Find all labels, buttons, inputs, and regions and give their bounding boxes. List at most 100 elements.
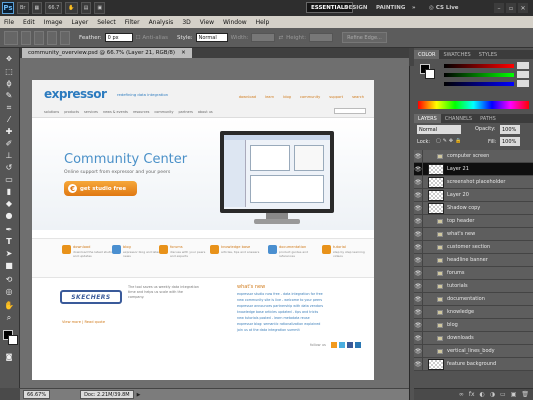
width-input[interactable] <box>251 33 276 42</box>
service-documentation[interactable]: documentation product guides and referenc… <box>268 245 320 273</box>
service-blog[interactable]: blog expressor blog and latest news <box>112 245 164 273</box>
menu-help[interactable]: Help <box>256 19 270 26</box>
cs-live-button[interactable]: ◎ CS Live <box>425 2 463 13</box>
facebook-icon[interactable] <box>347 342 353 348</box>
layer-row[interactable]: 👁 forums <box>414 266 533 280</box>
lock-icons[interactable]: ▢✎✥🔒 <box>436 138 463 144</box>
layer-row[interactable]: 👁 computer screen <box>414 149 533 163</box>
style-select[interactable]: Normal <box>195 33 228 42</box>
site-nav-learn[interactable]: learn <box>265 95 274 99</box>
layer-row[interactable]: 👁 vertical_lines_body <box>414 344 533 358</box>
pen-tool-icon[interactable]: ✒ <box>3 224 15 235</box>
site-search-box[interactable] <box>334 108 366 114</box>
delete-layer-icon[interactable]: 🗑 <box>521 391 529 398</box>
layer-row[interactable]: 👁 Layer 21 <box>414 162 533 176</box>
subnav-products[interactable]: products <box>64 110 79 114</box>
menu-edit[interactable]: Edit <box>23 19 35 26</box>
menu-window[interactable]: Window <box>223 19 247 26</box>
site-nav-download[interactable]: download <box>239 95 256 99</box>
layer-row[interactable]: 👁 Shadow copy <box>414 201 533 215</box>
eyedropper-tool-icon[interactable]: ⁄ <box>3 114 15 125</box>
service-forums[interactable]: forums discuss with your peers and expert… <box>159 245 211 273</box>
anti-alias-checkbox[interactable]: ☐ Anti-alias <box>136 35 168 41</box>
zoom-tool-icon[interactable]: ⌕ <box>3 312 15 323</box>
quick-selection-tool-icon[interactable]: ✎ <box>3 90 15 101</box>
visibility-eye-icon[interactable]: 👁 <box>414 149 423 163</box>
subnav-solutions[interactable]: solutions <box>44 110 59 114</box>
visibility-eye-icon[interactable]: 👁 <box>414 357 423 371</box>
visibility-eye-icon[interactable]: 👁 <box>414 305 423 319</box>
3d-rotate-tool-icon[interactable]: ⟲ <box>3 274 15 285</box>
tab-styles[interactable]: STYLES <box>475 50 501 59</box>
layer-row[interactable]: 👁 screenshot placeholder <box>414 175 533 189</box>
fill-input[interactable]: 100% <box>500 137 520 146</box>
color-slider-b[interactable] <box>444 82 514 86</box>
new-group-icon[interactable]: ▭ <box>500 391 506 398</box>
adjustment-layer-icon[interactable]: ◑ <box>490 391 495 398</box>
arrange-documents-button[interactable]: ▤ <box>80 2 92 14</box>
visibility-eye-icon[interactable]: 👁 <box>414 292 423 306</box>
restore-icon[interactable]: ▫ <box>506 3 516 13</box>
path-selection-tool-icon[interactable]: ➤ <box>3 248 15 259</box>
subnav-partners[interactable]: partners <box>179 110 193 114</box>
get-studio-free-button[interactable]: € get studio free <box>64 181 137 196</box>
gradient-tool-icon[interactable]: ▮ <box>3 186 15 197</box>
hand-tool-button[interactable]: ✋ <box>65 2 78 14</box>
news-item[interactable]: join us at the data integration summit <box>237 327 323 333</box>
hand-tool-icon[interactable]: ✋ <box>3 300 15 311</box>
visibility-eye-icon[interactable]: 👁 <box>414 318 423 332</box>
rss-icon[interactable] <box>331 342 337 348</box>
visibility-eye-icon[interactable]: 👁 <box>414 175 423 189</box>
tab-channels[interactable]: CHANNELS <box>441 114 476 123</box>
layer-row[interactable]: 👁 what's new <box>414 227 533 241</box>
layer-style-icon[interactable]: fx <box>469 391 475 398</box>
layer-row[interactable]: 👁 tutorials <box>414 279 533 293</box>
subnav-community[interactable]: community <box>154 110 173 114</box>
status-menu-arrow-icon[interactable]: ▶ <box>137 392 141 398</box>
zoom-level-dropdown[interactable]: 66.7 <box>45 2 63 14</box>
visibility-eye-icon[interactable]: 👁 <box>414 162 423 176</box>
site-nav-blog[interactable]: blog <box>283 95 291 99</box>
customer-links[interactable]: View more | Read quote <box>62 320 105 324</box>
shape-tool-icon[interactable]: ■ <box>3 260 15 271</box>
menu-image[interactable]: Image <box>44 19 63 26</box>
new-selection-icon[interactable] <box>21 30 31 45</box>
menu-3d[interactable]: 3D <box>182 19 190 26</box>
link-layers-icon[interactable]: ∞ <box>459 391 464 398</box>
menu-filter[interactable]: Filter <box>125 19 140 26</box>
bridge-button[interactable]: Br <box>17 2 29 14</box>
visibility-eye-icon[interactable]: 👁 <box>414 240 423 254</box>
tab-layers[interactable]: LAYERS <box>414 114 441 123</box>
close-icon[interactable]: ✕ <box>518 3 528 13</box>
tab-color[interactable]: COLOR <box>414 50 440 59</box>
service-download[interactable]: download download the latest studio and u… <box>62 245 114 273</box>
menu-view[interactable]: View <box>200 19 214 26</box>
color-value-g[interactable] <box>517 71 529 78</box>
lasso-tool-icon[interactable]: ϕ <box>3 78 15 89</box>
visibility-eye-icon[interactable]: 👁 <box>414 253 423 267</box>
minimize-icon[interactable]: – <box>494 3 504 13</box>
clone-stamp-tool-icon[interactable]: ⊥ <box>3 150 15 161</box>
tab-swatches[interactable]: SWATCHES <box>439 50 474 59</box>
color-spectrum-ramp[interactable] <box>418 101 529 109</box>
color-value-b[interactable] <box>517 80 529 87</box>
brush-tool-icon[interactable]: ✐ <box>3 138 15 149</box>
layer-row[interactable]: 👁 top header <box>414 214 533 228</box>
type-tool-icon[interactable]: T <box>3 236 15 247</box>
menu-file[interactable]: File <box>4 19 14 26</box>
workspace-more[interactable]: » <box>408 2 420 13</box>
height-input[interactable] <box>309 33 334 42</box>
crop-tool-icon[interactable]: ⌗ <box>3 102 15 113</box>
subnav-services[interactable]: services <box>84 110 98 114</box>
layer-row[interactable]: 👁 blog <box>414 318 533 332</box>
linkedin-icon[interactable] <box>355 342 361 348</box>
document-canvas[interactable]: expressor redefining data integration do… <box>32 80 374 380</box>
visibility-eye-icon[interactable]: 👁 <box>414 266 423 280</box>
color-value-r[interactable] <box>517 62 529 69</box>
bg-color-chip[interactable] <box>425 69 435 79</box>
layer-row[interactable]: 👁 documentation <box>414 292 533 306</box>
healing-brush-tool-icon[interactable]: ✚ <box>3 126 15 137</box>
blend-mode-select[interactable]: Normal <box>417 125 461 134</box>
menu-analysis[interactable]: Analysis <box>149 19 174 26</box>
twitter-icon[interactable] <box>339 342 345 348</box>
